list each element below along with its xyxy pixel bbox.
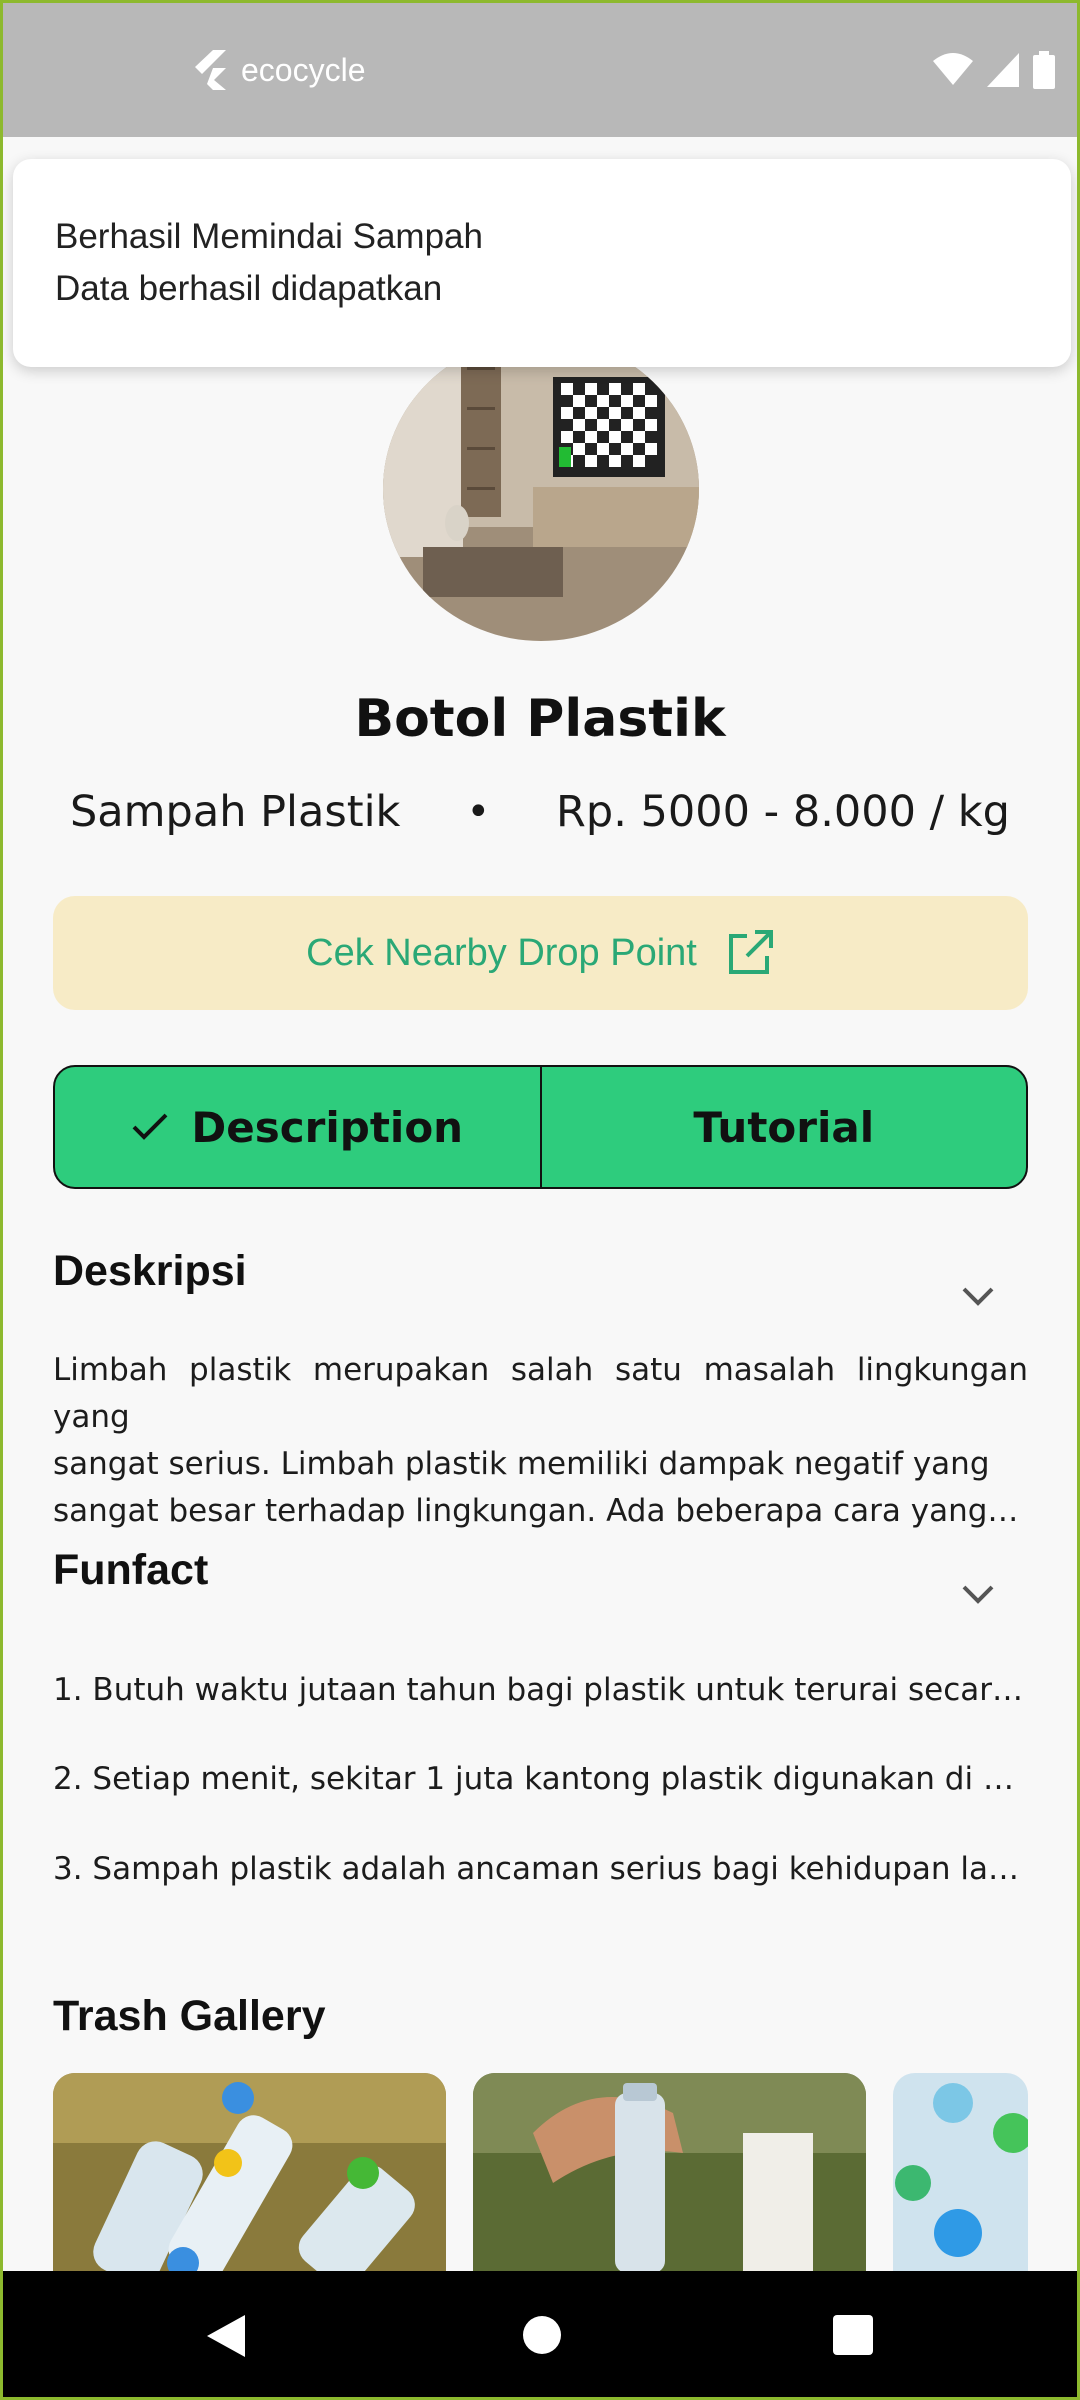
status-bar: ecocycle xyxy=(3,3,1077,137)
funfact-item: 3. Sampah plastik adalah ancaman serius … xyxy=(53,1851,1028,1887)
funfact-item: 1. Butuh waktu jutaan tahun bagi plastik… xyxy=(53,1672,1028,1708)
gallery-title: Trash Gallery xyxy=(53,1992,326,2040)
navigation-bar xyxy=(3,2271,1077,2397)
funfact-item: 2. Setiap menit, sekitar 1 juta kantong … xyxy=(53,1761,1028,1797)
segmented-tabs: Description Tutorial xyxy=(53,1065,1028,1189)
wifi-icon xyxy=(933,53,973,85)
back-icon[interactable] xyxy=(207,2315,247,2357)
status-icons xyxy=(933,51,1055,89)
description-line: sangat besar terhadap lingkungan. Ada be… xyxy=(53,1493,1028,1529)
gallery-image[interactable] xyxy=(473,2073,866,2273)
tab-tutorial[interactable]: Tutorial xyxy=(539,1067,1027,1187)
funfact-title: Funfact xyxy=(53,1546,209,1594)
item-category: Sampah Plastik xyxy=(70,787,401,837)
description-line: Limbah plastik merupakan salah satu masa… xyxy=(53,1352,1028,1435)
description-line: sangat serius. Limbah plastik memiliki d… xyxy=(53,1446,990,1482)
gallery-image[interactable] xyxy=(53,2073,446,2273)
status-app: ecocycle xyxy=(193,48,366,92)
snackbar-message: Data berhasil didapatkan xyxy=(55,269,443,308)
chevron-down-icon[interactable] xyxy=(961,1583,995,1605)
check-icon xyxy=(133,1113,168,1140)
tab-description[interactable]: Description xyxy=(55,1067,540,1187)
battery-icon xyxy=(1033,51,1055,89)
item-photo xyxy=(383,337,699,641)
screen: ecocycle Botol Plastik Sampah Plastik • … xyxy=(0,0,1080,2400)
item-price: Rp. 5000 - 8.000 / kg xyxy=(556,787,1010,837)
nearby-drop-point-button[interactable]: Cek Nearby Drop Point xyxy=(53,896,1028,1010)
recents-icon[interactable] xyxy=(833,2315,873,2355)
item-name: Botol Plastik xyxy=(354,689,726,749)
meta-separator: • xyxy=(466,789,491,835)
chevron-down-icon[interactable] xyxy=(961,1285,995,1307)
signal-icon xyxy=(987,53,1019,87)
snackbar-title: Berhasil Memindai Sampah xyxy=(55,217,483,256)
description-text: Limbah plastik merupakan salah satu masa… xyxy=(53,1347,1028,1535)
status-app-name: ecocycle xyxy=(241,51,366,88)
item-meta: Sampah Plastik • Rp. 5000 - 8.000 / kg xyxy=(3,787,1077,837)
gallery-image[interactable] xyxy=(893,2073,1028,2273)
tab-tutorial-label: Tutorial xyxy=(693,1102,875,1152)
nearby-drop-point-label: Cek Nearby Drop Point xyxy=(306,931,697,974)
tab-description-label: Description xyxy=(191,1102,464,1152)
scan-success-snackbar: Berhasil Memindai Sampah Data berhasil d… xyxy=(13,159,1071,367)
home-icon[interactable] xyxy=(522,2315,562,2355)
description-title: Deskripsi xyxy=(53,1247,247,1295)
flutter-logo-icon xyxy=(195,50,226,90)
external-link-icon xyxy=(728,930,773,974)
